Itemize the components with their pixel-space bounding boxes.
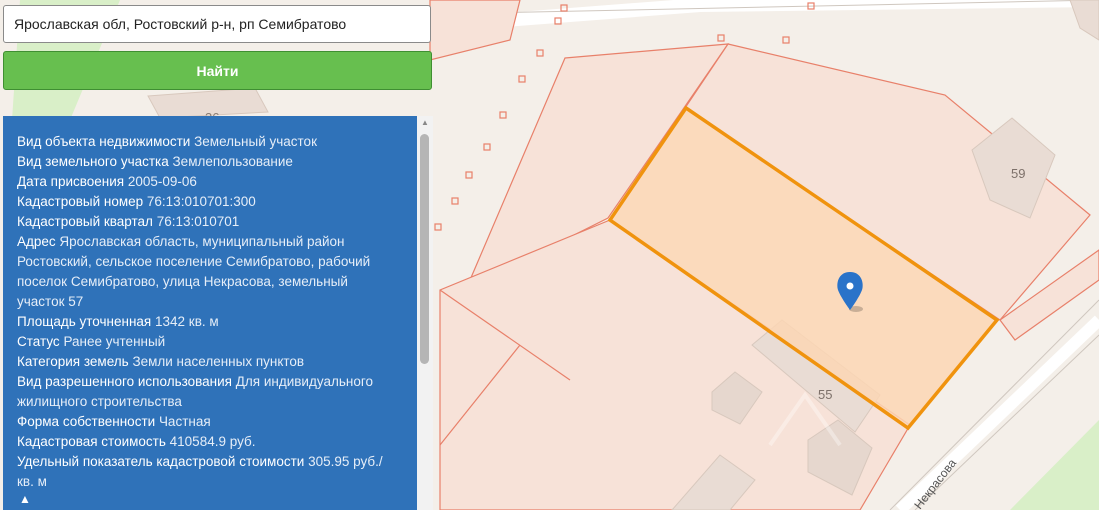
collapse-arrow-icon[interactable]: ▲ bbox=[19, 492, 31, 506]
info-row-cadastral-value: Кадастровая стоимость 410584.9 руб. bbox=[17, 434, 256, 449]
info-row-area: Площадь уточненная 1342 кв. м bbox=[17, 314, 219, 329]
scroll-up-arrow-icon[interactable]: ▲ bbox=[420, 118, 430, 128]
house-number-59: 59 bbox=[1011, 166, 1025, 181]
info-row-parcel-type: Вид земельного участка Землепользование bbox=[17, 154, 293, 169]
address-search-input[interactable] bbox=[3, 5, 431, 43]
info-row-assign-date: Дата присвоения 2005-09-06 bbox=[17, 174, 197, 189]
find-button[interactable]: Найти bbox=[3, 51, 432, 90]
info-row-land-category: Категория земель Земли населенных пункто… bbox=[17, 354, 305, 369]
info-row-unit-value: Удельный показатель кадастровой стоимост… bbox=[17, 454, 383, 489]
info-row-permitted-use: Вид разрешенного использования Для индив… bbox=[17, 374, 373, 409]
info-row-cadastral-block: Кадастровый квартал 76:13:010701 bbox=[17, 214, 240, 229]
info-row-cadastral-number: Кадастровый номер 76:13:010701:300 bbox=[17, 194, 256, 209]
info-row-ownership: Форма собственности Частная bbox=[17, 414, 211, 429]
panel-scrollbar-thumb[interactable] bbox=[420, 134, 429, 364]
parcel-info-list: Вид объекта недвижимости Земельный участ… bbox=[17, 132, 393, 492]
house-number-55: 55 bbox=[818, 387, 832, 402]
info-row-object-type: Вид объекта недвижимости Земельный участ… bbox=[17, 134, 317, 149]
info-row-status: Статус Ранее учтенный bbox=[17, 334, 166, 349]
parcel-info-panel: Вид объекта недвижимости Земельный участ… bbox=[3, 116, 417, 510]
info-row-address: Адрес Ярославская область, муниципальный… bbox=[17, 234, 371, 309]
